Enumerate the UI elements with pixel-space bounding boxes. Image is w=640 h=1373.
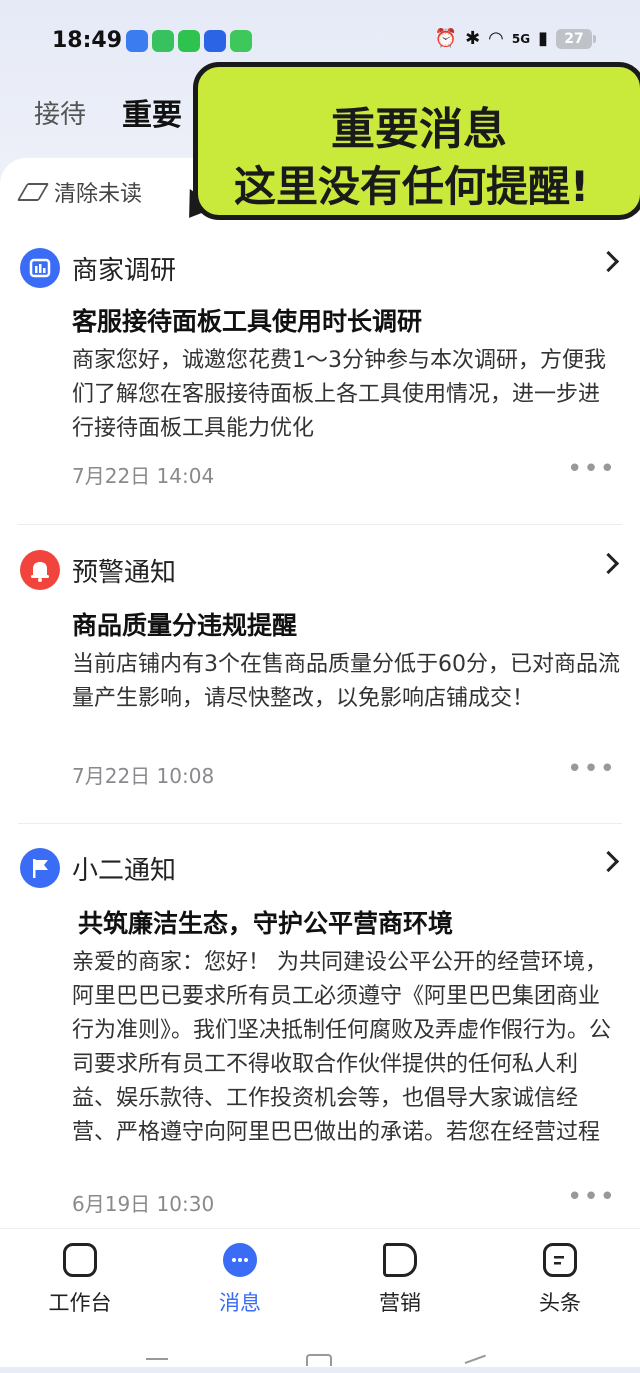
status-bar: 18:49 ⏰ ✱ ◠ 5G ▮ 27 <box>0 20 640 64</box>
bluetooth-icon: ✱ <box>465 28 481 49</box>
chevron-right-icon[interactable] <box>597 250 620 273</box>
flag-icon <box>20 848 60 888</box>
workbench-icon <box>63 1243 97 1277</box>
chevron-right-icon[interactable] <box>597 552 620 575</box>
wechat-icon <box>178 30 200 52</box>
message-card[interactable]: 小二通知 共筑廉洁生态，守护公平营商环境 亲爱的商家：您好！ 为共同建设公平公开… <box>0 848 640 1228</box>
more-options-icon[interactable]: ••• <box>567 454 616 484</box>
message-body: 当前店铺内有3个在售商品质量分低于60分，已对商品流量产生影响，请尽快整改，以免… <box>72 652 620 711</box>
divider <box>18 524 622 525</box>
clear-unread-label: 清除未读 <box>54 182 143 207</box>
card-header: 小二通知 <box>20 848 620 888</box>
phone-icon <box>230 30 252 52</box>
message-body: 亲爱的商家：您好！ 为共同建设公平公开的经营环境，阿里巴巴已要求所有员工必须遵守… <box>72 950 612 1145</box>
nav-label: 头条 <box>539 1291 581 1315</box>
eraser-icon <box>16 183 50 201</box>
nav-marketing[interactable]: 营销 <box>340 1243 460 1317</box>
nav-label: 消息 <box>219 1291 261 1315</box>
nav-label: 营销 <box>379 1291 421 1315</box>
message-time: 7月22日 14:04 <box>72 464 215 488</box>
message-title: 共筑廉洁生态，守护公平营商环境 <box>78 909 454 938</box>
message-title: 客服接待面板工具使用时长调研 <box>72 307 423 336</box>
app-icon <box>152 30 174 52</box>
signal-icon: ▮ <box>538 28 548 49</box>
tab-reception[interactable]: 接待 <box>34 94 86 131</box>
home-gesture-icon[interactable] <box>306 1354 332 1366</box>
notification-app-icons <box>126 30 252 52</box>
message-time: 6月19日 10:30 <box>72 1192 215 1216</box>
app-icon <box>126 30 148 52</box>
message-card[interactable]: 商家调研 客服接待面板工具使用时长调研 商家您好，诚邀您花费1～3分钟参与本次调… <box>0 248 640 524</box>
wifi-icon: ◠ <box>488 28 504 49</box>
nav-label: 工作台 <box>48 1291 112 1315</box>
overlay-line-1: 重要消息 <box>331 104 507 155</box>
app-icon <box>204 30 226 52</box>
nav-messages[interactable]: 消息 <box>180 1243 300 1317</box>
divider <box>18 823 622 824</box>
message-title: 商品质量分违规提醒 <box>72 611 298 640</box>
more-options-icon[interactable]: ••• <box>567 754 616 784</box>
system-icons: ⏰ ✱ ◠ 5G ▮ 27 <box>434 28 596 49</box>
speech-bubble-overlay: 重要消息 这里没有任何提醒! <box>193 62 640 220</box>
card-header: 预警通知 <box>20 550 620 590</box>
bottom-navigation: 工作台 消息 营销 头条 <box>0 1228 640 1367</box>
clear-unread-button[interactable]: 清除未读 <box>16 176 143 208</box>
chevron-right-icon[interactable] <box>597 850 620 873</box>
category-label: 商家调研 <box>72 255 177 286</box>
battery-icon: 27 <box>556 28 596 49</box>
tab-important[interactable]: 重要 <box>122 90 182 134</box>
chart-icon <box>20 248 60 288</box>
status-time: 18:49 <box>52 28 123 53</box>
message-body: 商家您好，诚邀您花费1～3分钟参与本次调研，方便我们了解您在客服接待面板上各工具… <box>72 348 606 441</box>
overlay-line-2: 这里没有任何提醒! <box>234 162 590 211</box>
menu-gesture-icon[interactable] <box>146 1358 168 1370</box>
nav-workbench[interactable]: 工作台 <box>20 1243 140 1317</box>
nav-headlines[interactable]: 头条 <box>500 1243 620 1317</box>
message-time: 7月22日 10:08 <box>72 764 215 788</box>
more-options-icon[interactable]: ••• <box>567 1182 616 1212</box>
category-label: 小二通知 <box>72 855 177 886</box>
alarm-icon: ⏰ <box>434 28 458 49</box>
news-icon <box>543 1243 577 1277</box>
category-label: 预警通知 <box>72 557 177 588</box>
message-card[interactable]: 预警通知 商品质量分违规提醒 当前店铺内有3个在售商品质量分低于60分，已对商品… <box>0 550 640 820</box>
card-header: 商家调研 <box>20 248 620 288</box>
signal-label: 5G <box>511 31 531 46</box>
message-icon <box>223 1243 257 1277</box>
bell-icon <box>20 550 60 590</box>
megaphone-icon <box>383 1243 417 1277</box>
